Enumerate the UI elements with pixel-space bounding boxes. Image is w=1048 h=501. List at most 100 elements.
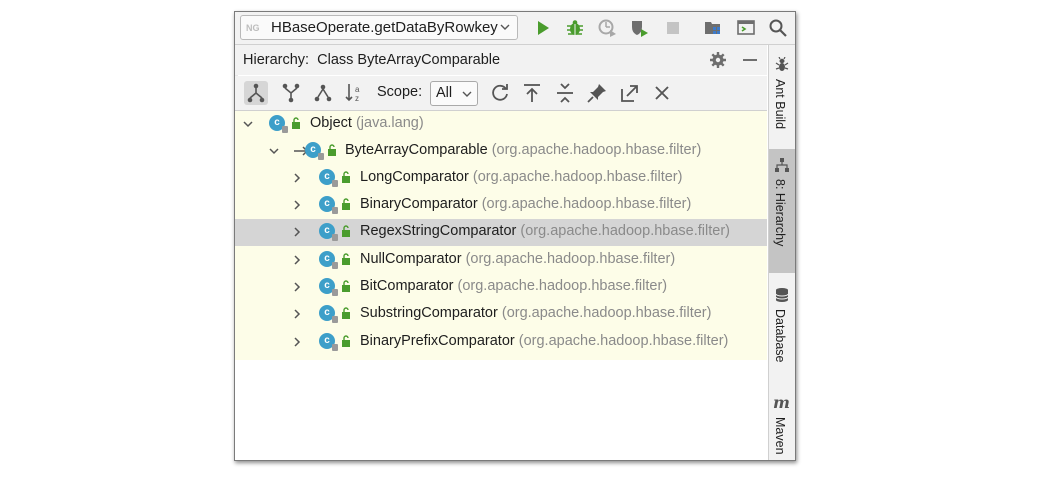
public-access-icon [342, 280, 350, 292]
chevron-right-icon[interactable] [291, 226, 303, 238]
package-name: (org.apache.hadoop.hbase.filter) [465, 251, 676, 267]
public-access-icon [342, 253, 350, 265]
export-icon[interactable] [520, 81, 544, 105]
tree-empty-area[interactable] [235, 360, 767, 460]
chevron-right-icon[interactable] [291, 172, 303, 184]
package-name: (org.apache.hadoop.hbase.filter) [491, 142, 702, 158]
run-icon[interactable] [533, 18, 553, 38]
open-in-new-icon[interactable] [618, 81, 642, 105]
tree-row-child[interactable]: c BitComparator (org.apache.hadoop.hbase… [235, 274, 767, 301]
debug-icon[interactable] [565, 18, 585, 38]
sort-alphabetically-icon[interactable]: a z [343, 81, 367, 105]
public-access-icon [342, 335, 350, 347]
tree-row-child[interactable]: c LongComparator (org.apache.hadoop.hbas… [235, 165, 767, 192]
class-icon: c [319, 278, 338, 296]
class-icon: c [319, 305, 338, 323]
project-structure-icon[interactable] [703, 18, 723, 38]
tree-item-label: BitComparator (org.apache.hadoop.hbase.f… [360, 278, 667, 294]
public-access-icon [328, 144, 336, 156]
type-hierarchy-icon[interactable] [244, 81, 268, 105]
hierarchy-tree: c Object (java.lang) c ByteArrayComparab… [235, 111, 767, 360]
tab-label: Maven [773, 417, 787, 455]
svg-text:z: z [355, 94, 359, 103]
tab-hierarchy[interactable]: 8: Hierarchy [769, 149, 795, 273]
scope-select[interactable]: All [430, 81, 478, 106]
tree-row-base[interactable]: c ByteArrayComparable (org.apache.hadoop… [235, 138, 767, 165]
gear-icon[interactable] [709, 51, 727, 69]
class-icon: c [305, 142, 324, 160]
svg-text:a: a [355, 85, 360, 94]
refresh-icon[interactable] [488, 81, 512, 105]
panel-header: Hierarchy: Class ByteArrayComparable [235, 45, 767, 75]
pin-icon[interactable] [585, 81, 609, 105]
tree-row-child[interactable]: c BinaryPrefixComparator (org.apache.had… [235, 329, 767, 356]
tree-row-root[interactable]: c Object (java.lang) [235, 111, 767, 138]
tree-item-label: BinaryComparator (org.apache.hadoop.hbas… [360, 196, 691, 212]
class-name: LongComparator [360, 169, 469, 185]
class-icon: c [319, 251, 338, 269]
class-icon: c [319, 169, 338, 187]
package-name: (org.apache.hadoop.hbase.filter) [472, 169, 683, 185]
tree-item-label: ByteArrayComparable (org.apache.hadoop.h… [345, 142, 701, 158]
tab-label: 8: Hierarchy [773, 179, 787, 247]
public-access-icon [342, 171, 350, 183]
chevron-down-icon [500, 24, 510, 30]
public-access-icon [342, 307, 350, 319]
chevron-down-icon [462, 91, 472, 97]
chevron-down-icon[interactable] [242, 118, 254, 130]
tree-row-child[interactable]: c BinaryComparator (org.apache.hadoop.hb… [235, 192, 767, 219]
presentation-icon[interactable] [736, 18, 756, 38]
tab-maven[interactable]: m Maven [769, 391, 795, 460]
ant-icon [775, 57, 789, 71]
close-icon[interactable] [650, 81, 674, 105]
chevron-right-icon[interactable] [291, 281, 303, 293]
tab-label: Database [773, 309, 787, 363]
supertypes-hierarchy-icon[interactable] [279, 81, 303, 105]
class-name: BinaryPrefixComparator [360, 333, 515, 349]
search-icon[interactable] [768, 18, 788, 38]
coverage-icon[interactable] [597, 18, 617, 38]
minimize-icon[interactable] [743, 59, 757, 61]
tree-item-label: NullComparator (org.apache.hadoop.hbase.… [360, 251, 675, 267]
tool-window-sidebar: Ant Build 8: Hierarchy Database m Maven [768, 45, 795, 460]
class-name: SubstringComparator [360, 305, 498, 321]
class-name: RegexStringComparator [360, 223, 517, 239]
hierarchy-window: NG HBaseOperate.getDataByRowkey Hierarch… [234, 11, 796, 461]
testng-icon: NG [246, 23, 260, 33]
tree-row-child[interactable]: c SubstringComparator (org.apache.hadoop… [235, 301, 767, 328]
hierarchy-icon [775, 158, 789, 172]
class-name: NullComparator [360, 251, 462, 267]
maven-icon: m [773, 393, 790, 412]
chevron-down-icon[interactable] [268, 145, 280, 157]
subtypes-hierarchy-icon[interactable] [311, 81, 335, 105]
scope-label: Scope: [377, 84, 423, 100]
tree-row-child-selected[interactable]: c RegexStringComparator (org.apache.hado… [235, 219, 767, 246]
public-access-icon [342, 198, 350, 210]
run-configuration-select[interactable]: NG HBaseOperate.getDataByRowkey [240, 15, 518, 40]
class-icon: c [319, 223, 338, 241]
class-name: BitComparator [360, 278, 454, 294]
tree-item-label: RegexStringComparator (org.apache.hadoop… [360, 223, 730, 239]
main-toolbar: NG HBaseOperate.getDataByRowkey [235, 12, 795, 45]
public-access-icon [292, 117, 300, 129]
chevron-right-icon[interactable] [291, 199, 303, 211]
chevron-right-icon[interactable] [291, 336, 303, 348]
package-name: (org.apache.hadoop.hbase.filter) [520, 223, 730, 239]
tab-ant-build[interactable]: Ant Build [769, 53, 795, 145]
tree-item-label: BinaryPrefixComparator (org.apache.hadoo… [360, 333, 728, 349]
tree-row-child[interactable]: c NullComparator (org.apache.hadoop.hbas… [235, 247, 767, 274]
tree-item-label: Object (java.lang) [310, 115, 424, 131]
package-name: (org.apache.hadoop.hbase.filter) [501, 305, 712, 321]
chevron-right-icon[interactable] [291, 308, 303, 320]
run-configuration-label: HBaseOperate.getDataByRowkey [271, 19, 498, 36]
collapse-all-icon[interactable] [553, 81, 577, 105]
profile-icon[interactable] [629, 18, 649, 38]
public-access-icon [342, 225, 350, 237]
chevron-right-icon[interactable] [291, 254, 303, 266]
class-name: ByteArrayComparable [345, 142, 488, 158]
panel-title-label: Hierarchy: [243, 52, 310, 68]
stop-icon[interactable] [663, 18, 683, 38]
class-icon: c [269, 115, 288, 133]
tab-label: Ant Build [773, 79, 787, 130]
tab-database[interactable]: Database [769, 281, 795, 381]
